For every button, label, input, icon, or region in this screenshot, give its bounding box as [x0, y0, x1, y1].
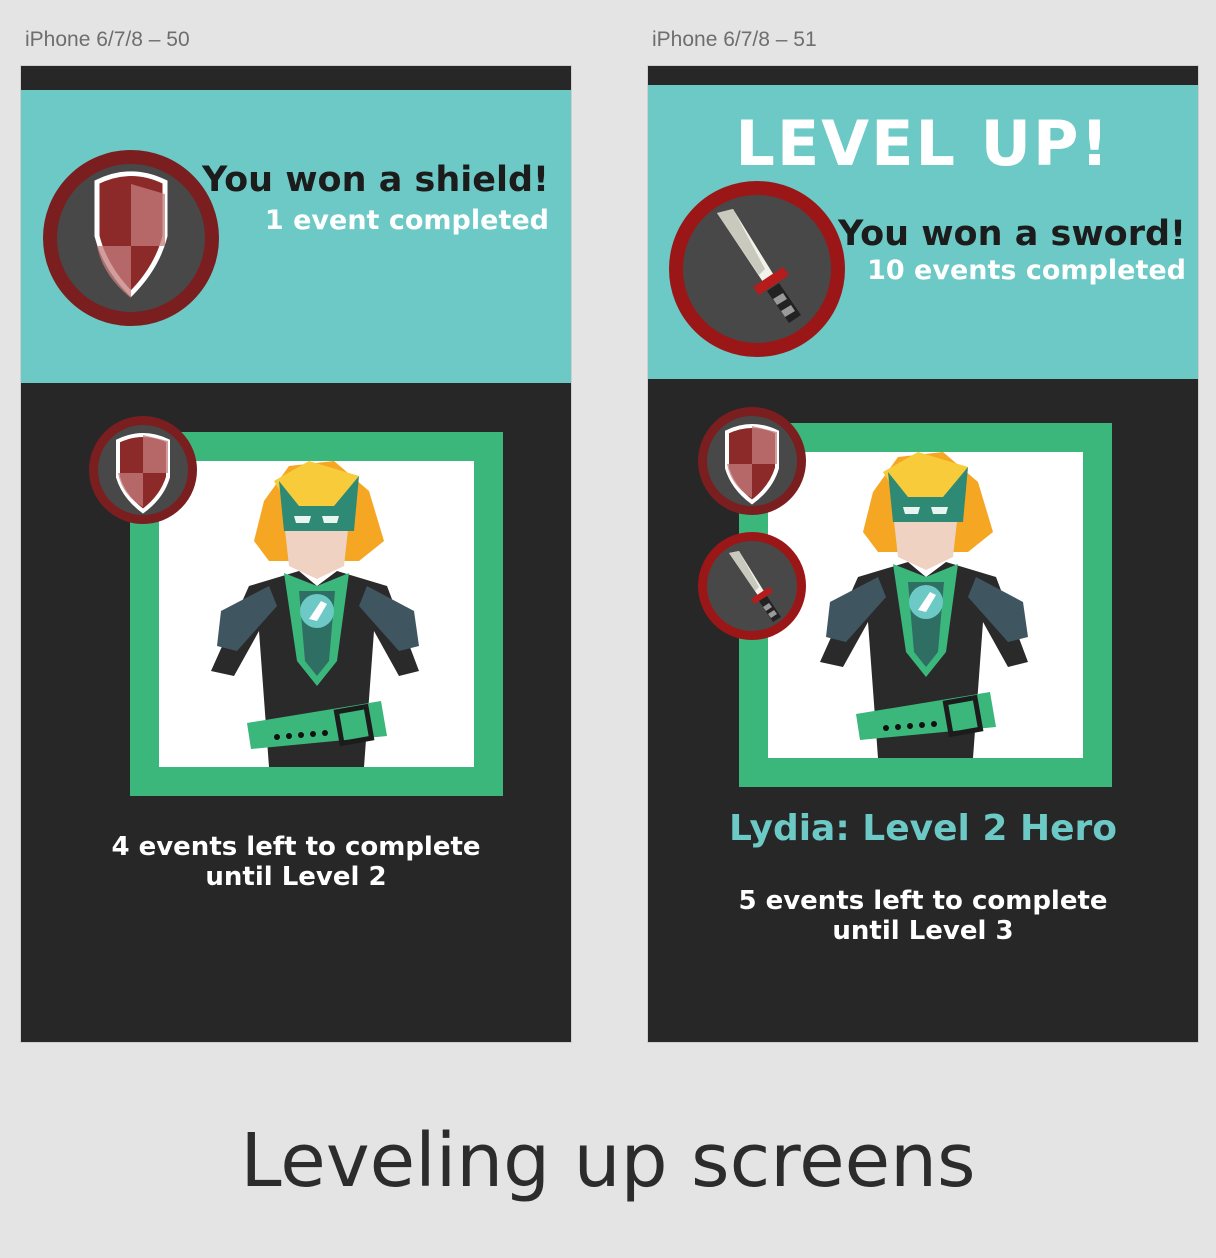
progress-line-2: until Level 2 — [205, 862, 387, 892]
award-badge — [43, 150, 219, 326]
hero-portrait — [159, 461, 474, 767]
inventory-shield-badge — [698, 407, 806, 515]
award-heading: You won a shield! — [201, 160, 549, 200]
progress-text: 4 events left to complete until Level 2 — [21, 832, 571, 892]
award-subheading: 10 events completed — [867, 255, 1186, 286]
inventory-sword-badge — [698, 532, 806, 640]
sword-icon — [717, 209, 801, 323]
shield-icon — [725, 424, 779, 505]
phone-screen-sword: LEVEL UP! You won a sword! 10 events com… — [648, 66, 1198, 1042]
hero-illustration — [820, 452, 1028, 758]
phone-screen-shield: You won a shield! 1 event completed 4 ev… — [21, 66, 571, 1042]
progress-text: 5 events left to complete until Level 3 — [648, 886, 1198, 946]
award-subheading: 1 event completed — [264, 205, 549, 236]
progress-line-2: until Level 3 — [832, 916, 1014, 946]
page-caption: Leveling up screens — [240, 1118, 976, 1204]
reward-banner: You won a shield! 1 event completed — [21, 90, 571, 383]
progress-line-1: 4 events left to complete — [111, 832, 481, 862]
hero-name-title: Lydia: Level 2 Hero — [728, 808, 1118, 849]
reward-banner: LEVEL UP! You won a sword! 10 events com… — [648, 85, 1198, 379]
artboard-label-51: iPhone 6/7/8 – 51 — [652, 28, 817, 51]
award-heading: You won a sword! — [837, 214, 1186, 254]
inventory-shield-badge — [89, 416, 197, 524]
shield-icon — [94, 171, 168, 298]
level-up-title: LEVEL UP! — [735, 107, 1111, 180]
award-badge — [669, 181, 845, 357]
shield-icon — [116, 433, 170, 514]
hero-portrait — [768, 452, 1083, 758]
artboard-label-50: iPhone 6/7/8 – 50 — [25, 28, 190, 51]
hero-illustration — [211, 461, 419, 767]
progress-line-1: 5 events left to complete — [738, 886, 1108, 916]
sword-icon — [729, 551, 781, 622]
